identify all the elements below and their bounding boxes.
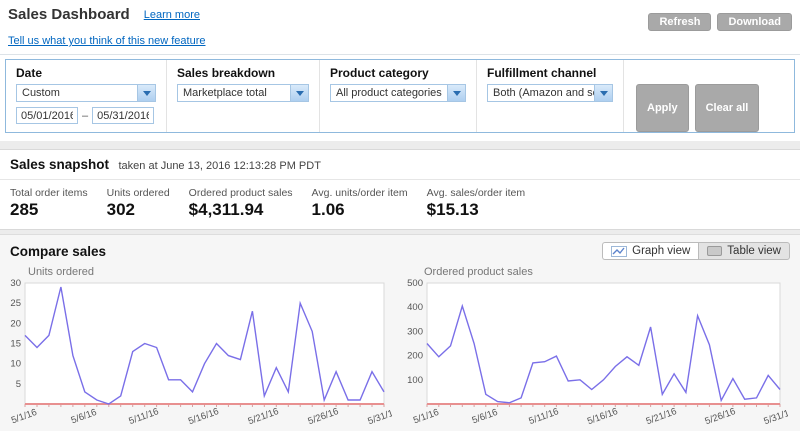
product-category-filter: Product category All product categories: [320, 60, 477, 132]
date-from-input[interactable]: [16, 107, 78, 124]
svg-text:5/26/16: 5/26/16: [704, 406, 738, 427]
date-range-selected-value: Custom: [17, 85, 137, 101]
svg-text:5/31/16: 5/31/16: [762, 406, 788, 427]
svg-text:5/6/16: 5/6/16: [70, 407, 99, 426]
svg-text:5/21/16: 5/21/16: [645, 406, 679, 427]
snapshot-timestamp: taken at June 13, 2016 12:13:28 PM PDT: [119, 160, 321, 172]
compare-sales-section: Compare sales Graph view Table view Unit…: [0, 234, 800, 431]
product-category-select[interactable]: All product categories: [330, 84, 466, 102]
svg-text:5/31/16: 5/31/16: [366, 406, 392, 427]
feedback-link[interactable]: Tell us what you think of this new featu…: [8, 35, 206, 47]
stat-avg-sales-per-order-item: Avg. sales/order item $15.13: [427, 187, 525, 220]
clear-all-button[interactable]: Clear all: [695, 84, 760, 132]
svg-text:5/1/16: 5/1/16: [412, 407, 441, 426]
filter-panel: Date Custom – Sales breakdown Marketplac…: [5, 59, 795, 133]
fulfillment-channel-selected-value: Both (Amazon and seller): [488, 85, 594, 101]
stat-ordered-product-sales: Ordered product sales $4,311.94: [189, 187, 293, 220]
svg-text:100: 100: [407, 375, 423, 386]
sales-breakdown-label: Sales breakdown: [177, 66, 309, 80]
ordered-product-sales-chart-title: Ordered product sales: [424, 266, 796, 278]
stat-label: Total order items: [10, 187, 88, 199]
graph-view-button[interactable]: Graph view: [602, 242, 698, 260]
svg-text:5/21/16: 5/21/16: [247, 406, 281, 427]
product-category-label: Product category: [330, 66, 466, 80]
chevron-down-icon[interactable]: [447, 85, 465, 101]
svg-text:200: 200: [407, 351, 423, 362]
stat-total-order-items: Total order items 285: [10, 187, 88, 220]
sales-breakdown-filter: Sales breakdown Marketplace total: [167, 60, 320, 132]
svg-text:400: 400: [407, 302, 423, 313]
sales-snapshot-section: Sales snapshot taken at June 13, 2016 12…: [0, 149, 800, 230]
stat-units-ordered: Units ordered 302: [107, 187, 170, 220]
svg-text:10: 10: [10, 359, 21, 370]
refresh-button[interactable]: Refresh: [648, 13, 711, 31]
stat-value: 302: [107, 200, 170, 220]
svg-text:5/26/16: 5/26/16: [307, 406, 341, 427]
date-to-input[interactable]: [92, 107, 154, 124]
stat-avg-units-per-order-item: Avg. units/order item 1.06: [312, 187, 408, 220]
chevron-down-icon[interactable]: [290, 85, 308, 101]
stat-value: $4,311.94: [189, 200, 293, 220]
stat-label: Units ordered: [107, 187, 170, 199]
stat-value: 285: [10, 200, 88, 220]
svg-text:5/11/16: 5/11/16: [527, 406, 560, 427]
date-filter: Date Custom –: [6, 60, 167, 132]
learn-more-link[interactable]: Learn more: [144, 9, 200, 21]
chevron-down-icon[interactable]: [137, 85, 155, 101]
svg-text:300: 300: [407, 326, 423, 337]
header-section: Sales Dashboard Learn more Refresh Downl…: [0, 0, 800, 141]
fulfillment-channel-label: Fulfillment channel: [487, 66, 613, 80]
graph-view-label: Graph view: [632, 245, 690, 257]
svg-text:15: 15: [10, 339, 21, 350]
date-filter-label: Date: [16, 66, 156, 80]
filter-actions: Apply Clear all: [624, 60, 769, 132]
svg-text:5/1/16: 5/1/16: [10, 407, 39, 426]
stat-value: 1.06: [312, 200, 408, 220]
ordered-product-sales-chart-block: Ordered product sales 100 200 300 400 500 5/1…: [400, 264, 796, 431]
ordered-product-sales-chart: 100 200 300 400 500 5/1/16 5/6/16 5/11/16 5/16/1…: [400, 278, 788, 430]
line-chart-icon: [611, 246, 627, 257]
svg-text:5/6/16: 5/6/16: [471, 407, 500, 426]
table-view-button[interactable]: Table view: [698, 242, 790, 260]
compare-sales-title: Compare sales: [10, 244, 106, 259]
sales-breakdown-select[interactable]: Marketplace total: [177, 84, 309, 102]
svg-text:5/16/16: 5/16/16: [586, 406, 620, 427]
svg-text:25: 25: [10, 298, 21, 309]
date-separator: –: [82, 110, 88, 122]
stat-label: Avg. units/order item: [312, 187, 408, 199]
stat-label: Ordered product sales: [189, 187, 293, 199]
units-ordered-chart: 5 10 15 20 25 30 5/1/16 5/6/16 5/11/16 5/16/16 5/2…: [4, 278, 392, 430]
view-toggle: Graph view Table view: [602, 242, 790, 260]
svg-text:500: 500: [407, 278, 423, 289]
units-ordered-chart-block: Units ordered 5 10 15 20 25 30 5/1/16 5/6/16 5/1…: [4, 264, 400, 431]
stat-label: Avg. sales/order item: [427, 187, 525, 199]
date-range-select[interactable]: Custom: [16, 84, 156, 102]
svg-text:20: 20: [10, 318, 21, 329]
sales-snapshot-title: Sales snapshot: [10, 157, 109, 172]
stat-value: $15.13: [427, 200, 525, 220]
svg-text:5/11/16: 5/11/16: [127, 406, 160, 427]
svg-text:5/16/16: 5/16/16: [187, 406, 221, 427]
table-view-label: Table view: [727, 245, 781, 257]
charts-row: Units ordered 5 10 15 20 25 30 5/1/16 5/6/16 5/1…: [0, 262, 800, 431]
product-category-selected-value: All product categories: [331, 85, 447, 101]
apply-button[interactable]: Apply: [636, 84, 689, 132]
svg-text:5: 5: [16, 379, 21, 390]
svg-text:30: 30: [10, 278, 21, 289]
fulfillment-channel-filter: Fulfillment channel Both (Amazon and sel…: [477, 60, 624, 132]
download-button[interactable]: Download: [717, 13, 792, 31]
page-title: Sales Dashboard: [8, 6, 130, 23]
units-ordered-chart-title: Units ordered: [28, 266, 400, 278]
header-divider: [0, 54, 800, 55]
table-icon: [707, 246, 722, 256]
snapshot-stats: Total order items 285 Units ordered 302 …: [0, 180, 800, 229]
sales-breakdown-selected-value: Marketplace total: [178, 85, 290, 101]
chevron-down-icon[interactable]: [594, 85, 612, 101]
fulfillment-channel-select[interactable]: Both (Amazon and seller): [487, 84, 613, 102]
